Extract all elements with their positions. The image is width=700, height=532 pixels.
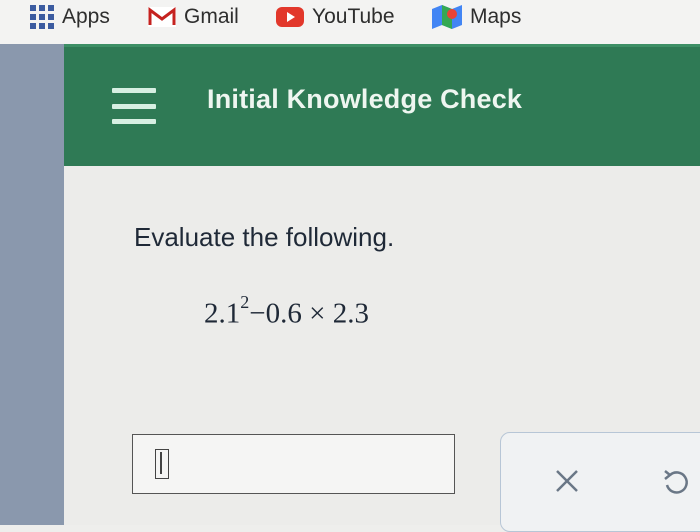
bookmark-maps[interactable]: Maps <box>432 0 521 34</box>
bookmark-gmail[interactable]: Gmail <box>148 0 239 34</box>
apps-grid-icon <box>30 5 54 29</box>
bookmark-label: Gmail <box>184 5 239 28</box>
gmail-icon <box>148 7 176 27</box>
question-prompt: Evaluate the following. <box>134 222 395 252</box>
math-expression: 2.12−0.6 × 2.3 <box>204 292 369 331</box>
expression-exponent: 2 <box>240 292 250 312</box>
undo-icon[interactable] <box>661 465 691 497</box>
bookmark-youtube[interactable]: YouTube <box>276 0 395 34</box>
youtube-icon <box>276 7 304 27</box>
page-title: Initial Knowledge Check <box>207 84 523 114</box>
action-panel <box>500 432 700 532</box>
bookmark-label: Apps <box>62 5 110 28</box>
text-cursor-icon <box>155 449 169 479</box>
bookmarks-bar: Apps Gmail YouTube Maps <box>0 0 700 44</box>
expression-rest: −0.6 × 2.3 <box>249 297 369 330</box>
answer-input[interactable] <box>132 434 455 494</box>
bookmark-apps[interactable]: Apps <box>30 0 110 34</box>
x-icon[interactable] <box>553 467 581 495</box>
maps-icon <box>432 5 462 29</box>
bookmark-label: Maps <box>470 5 522 28</box>
page-header: Initial Knowledge Check <box>64 44 700 166</box>
side-panel <box>0 44 64 525</box>
bookmark-label: YouTube <box>312 5 395 28</box>
expression-base: 2.1 <box>204 297 241 330</box>
question-area: Evaluate the following. 2.12−0.6 × 2.3 <box>64 166 700 532</box>
hamburger-menu-icon[interactable] <box>112 88 156 124</box>
